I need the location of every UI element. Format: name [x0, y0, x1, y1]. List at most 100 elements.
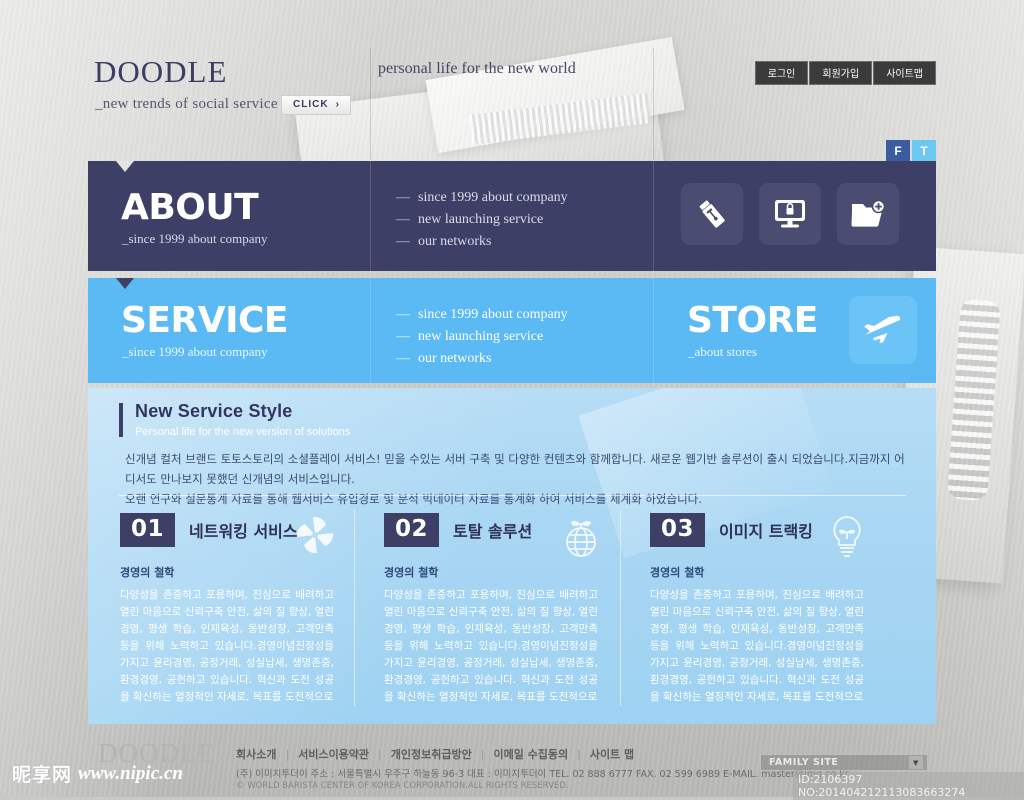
globe-sprout-icon — [558, 512, 604, 567]
service-link-item[interactable]: — our networks — [396, 348, 568, 370]
service-title-column: SERVICE _since 1999 about company — [88, 278, 371, 383]
family-site-select[interactable]: FAMILY SITE ▼ — [760, 754, 928, 771]
panel-divider — [119, 495, 906, 496]
footer-links: 회사소개 | 서비스이용약관 | 개인정보취급방안 | 이메일 수집동의 | 사… — [236, 746, 634, 762]
footer-link-terms[interactable]: 서비스이용약관 — [298, 746, 369, 762]
service-title: SERVICE — [121, 300, 289, 341]
service-link-item[interactable]: — new launching service — [396, 326, 568, 348]
section-title: New Service Style — [135, 401, 293, 421]
about-link-item[interactable]: — since 1999 about company — [396, 187, 568, 209]
social-links: F T — [886, 140, 936, 162]
click-button[interactable]: CLICK › — [281, 95, 351, 115]
main-panel: New Service Style Personal life for the … — [88, 388, 936, 724]
id-watermark: ID:2106397 NO:201404212113083663274 — [793, 772, 1024, 800]
nipic-watermark-url: www.nipic.cn — [78, 762, 183, 784]
brand-logo[interactable]: DOODLE — [94, 54, 227, 90]
twitter-icon[interactable]: T — [912, 140, 936, 162]
about-link-label: since 1999 about company — [418, 190, 568, 205]
feature-columns: 01 네트워킹 서비스 경영의 철학 다양성을 존중하고 포용하며, 진심으로 … — [88, 510, 936, 706]
store-subtitle: _about stores — [688, 344, 757, 359]
header-divider-1 — [370, 48, 371, 160]
about-subtitle: _since 1999 about company — [122, 231, 268, 246]
store-column: STORE _about stores — [654, 278, 936, 383]
feature-title: 토탈 솔루션 — [453, 522, 533, 541]
section-subtitle: Personal life for the new version of sol… — [135, 426, 351, 438]
section-accent-bar — [119, 403, 123, 437]
footer-link-email-consent[interactable]: 이메일 수집동의 — [493, 746, 568, 762]
about-link-label: our networks — [418, 234, 492, 249]
about-icon-row — [681, 183, 899, 245]
facebook-icon[interactable]: F — [886, 140, 910, 162]
dash-icon: — — [396, 190, 410, 205]
feature-column: 03 이미지 트랙킹 경영의 철학 다양성을 존중하고 포용하며, 진심으로 배… — [620, 510, 886, 706]
about-notch-arrow — [116, 161, 134, 172]
service-notch-arrow — [116, 278, 134, 289]
footer-address: (주) 이미지투더이 주소 : 서울특별시 우주구 하늘동 96-3 대표 : … — [236, 769, 849, 780]
pinwheel-icon — [292, 512, 338, 563]
service-link-item[interactable]: — since 1999 about company — [396, 304, 568, 326]
topnav-item-sitemap[interactable]: 사이트맵 — [873, 61, 936, 85]
service-link-label: our networks — [418, 351, 492, 366]
about-icons-column — [654, 161, 936, 271]
about-link-label: new launching service — [418, 212, 544, 227]
store-title: STORE — [687, 300, 818, 341]
feature-column: 01 네트워킹 서비스 경영의 철학 다양성을 존중하고 포용하며, 진심으로 … — [88, 510, 354, 706]
about-link-list: — since 1999 about company — new launchi… — [396, 187, 568, 253]
service-subtitle: _since 1999 about company — [122, 344, 268, 359]
dash-icon: — — [396, 234, 410, 249]
service-link-list: — since 1999 about company — new launchi… — [396, 304, 568, 370]
header-divider-2 — [653, 48, 654, 160]
about-link-item[interactable]: — new launching service — [396, 209, 568, 231]
intro-line-1: 신개념 컬처 브랜드 토토스토리의 소셜플레이 서비스! 믿을 수있는 서버 구… — [125, 452, 905, 486]
feature-title: 네트워킹 서비스 — [189, 522, 298, 541]
service-section: SERVICE _since 1999 about company — sinc… — [88, 278, 936, 383]
footer-link-sitemap[interactable]: 사이트 맵 — [590, 746, 634, 762]
about-link-item[interactable]: — our networks — [396, 231, 568, 253]
topnav-item-signup[interactable]: 회원가입 — [809, 61, 873, 85]
dash-icon: — — [396, 307, 410, 322]
footer-separator: | — [285, 747, 290, 761]
about-title: ABOUT — [121, 187, 259, 228]
feature-body: 다양성을 존중하고 포용하며, 진심으로 배려하고 열린 마음으로 신뢰구축 안… — [650, 589, 864, 703]
monitor-lock-icon[interactable] — [759, 183, 821, 245]
nipic-watermark-cjk: 昵享网 — [12, 764, 73, 786]
service-links-column: — since 1999 about company — new launchi… — [371, 278, 654, 383]
header-tagline: personal life for the new world — [378, 60, 576, 77]
about-title-column: ABOUT _since 1999 about company — [88, 161, 371, 271]
dash-icon: — — [396, 351, 410, 366]
chevron-right-icon: › — [335, 99, 340, 110]
footer-link-privacy[interactable]: 개인정보취급방안 — [391, 746, 472, 762]
topnav-item-login[interactable]: 로그인 — [754, 61, 809, 85]
airplane-icon[interactable] — [849, 296, 917, 364]
footer-copyright: © WORLD BARISTA CENTER OF KOREA CORPORAT… — [236, 781, 569, 791]
top-navigation: 로그인 회원가입 사이트맵 — [754, 61, 936, 85]
about-links-column: — since 1999 about company — new launchi… — [371, 161, 654, 271]
feature-number: 01 — [120, 513, 176, 547]
feature-title: 이미지 트랙킹 — [719, 522, 813, 541]
feature-column: 02 토탈 솔루션 경영의 철학 다양성을 존중하고 포용하며, 진심으로 배려… — [354, 510, 620, 706]
footer-separator: | — [577, 747, 581, 761]
folder-add-icon[interactable] — [837, 183, 899, 245]
footer-separator: | — [480, 747, 485, 761]
intro-line-2: 오랜 연구와 설문통계 자료를 통해 웹서비스 유입경로 및 분석 빅데이터 자… — [125, 492, 702, 506]
dash-icon: — — [396, 212, 410, 227]
nipic-watermark: 昵享网 www.nipic.cn — [12, 760, 183, 787]
about-section: ABOUT _since 1999 about company — since … — [88, 161, 936, 271]
intro-paragraph: 신개념 컬처 브랜드 토토스토리의 소셜플레이 서비스! 믿을 수있는 서버 구… — [125, 449, 915, 509]
feature-subhead: 경영의 철학 — [120, 566, 175, 579]
feature-number: 03 — [650, 513, 706, 547]
usb-drive-icon[interactable] — [681, 183, 743, 245]
click-button-label: CLICK — [293, 99, 329, 110]
site-header: DOODLE _new trends of social service CLI… — [88, 48, 936, 162]
service-link-label: since 1999 about company — [418, 307, 568, 322]
footer-link-company[interactable]: 회사소개 — [236, 746, 276, 762]
family-site-label: FAMILY SITE — [769, 757, 839, 768]
section-header: New Service Style Personal life for the … — [119, 401, 350, 438]
photo-spiral-binding — [947, 298, 1001, 502]
feature-number: 02 — [384, 513, 440, 547]
feature-body: 다양성을 존중하고 포용하며, 진심으로 배려하고 열린 마음으로 신뢰구축 안… — [384, 589, 598, 703]
lightbulb-sprout-icon — [824, 512, 870, 567]
footer-separator: | — [378, 747, 382, 761]
service-link-label: new launching service — [418, 329, 544, 344]
dash-icon: — — [396, 329, 410, 344]
